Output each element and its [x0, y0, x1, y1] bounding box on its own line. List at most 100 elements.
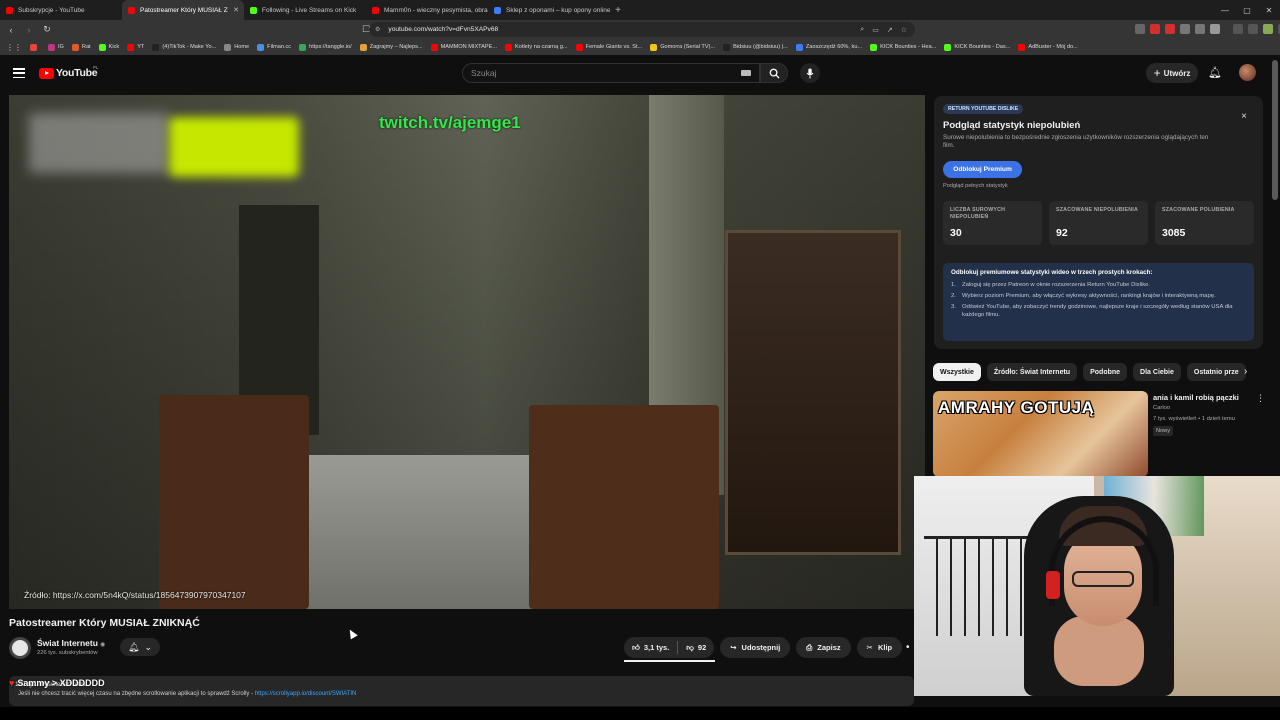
description-line: Jeśli nie chcesz tracić więcej czasu na …	[18, 691, 254, 697]
bookmark-item[interactable]: Bidsiuu (@bidsiuu) |...	[723, 43, 788, 51]
extension-icon[interactable]	[1195, 24, 1205, 34]
bookmark-item[interactable]: Zaoszczędź 60%, ku...	[795, 43, 862, 51]
notification-bell-button[interactable]: 🔔︎ ⌄	[120, 638, 160, 656]
bookmark-favicon-icon	[152, 43, 160, 51]
forward-icon[interactable]: ›	[22, 23, 36, 37]
search-button[interactable]	[760, 63, 788, 83]
bookmark-item[interactable]: YT	[127, 43, 144, 51]
site-info-icon[interactable]: ⚙	[375, 26, 380, 33]
bookmark-item[interactable]: Gomorra (Serial TV)...	[650, 43, 715, 51]
bookmark-item[interactable]: KICK Bounties - Hea...	[870, 43, 936, 51]
thumbnail-text: AMRAHY GOTUJĄ	[938, 398, 1095, 417]
bookmark-item[interactable]: Female Giants vs. St...	[575, 43, 642, 51]
chevron-right-icon[interactable]: ›	[1244, 366, 1247, 377]
youtube-logo[interactable]: YouTube PL	[39, 65, 99, 79]
bookmark-item[interactable]: Kotlety na czarną g...	[505, 43, 568, 51]
save-button[interactable]: ⎙ Zapisz	[796, 637, 851, 658]
bookmark-label: KICK Bounties - Das...	[954, 44, 1011, 50]
minimize-icon[interactable]: —	[1214, 0, 1236, 20]
tab-title: Following - Live Streams on Kick	[262, 6, 357, 14]
window-controls: — ▢ ✕	[1214, 0, 1280, 20]
url-text: youtube.com/watch?v=dFvn5XAPv68	[388, 26, 499, 33]
bookmark-item[interactable]: https://tanggle.io/	[299, 43, 352, 51]
description-link[interactable]: https://scrollyapp.io/discount/SWIATIN	[255, 691, 357, 697]
clip-button[interactable]: ✂ Klip	[856, 637, 903, 658]
channel-avatar[interactable]	[9, 637, 31, 659]
keyboard-icon[interactable]	[741, 70, 751, 76]
close-icon[interactable]: ×	[1241, 111, 1247, 122]
filter-chip[interactable]: Źródło: Świat Internetu	[986, 363, 1078, 381]
bookmark-favicon-icon	[505, 43, 513, 51]
download-icon[interactable]	[1233, 24, 1243, 34]
more-actions-icon[interactable]: •	[906, 642, 910, 653]
browser-tab[interactable]: Following - Live Streams on Kick	[244, 0, 366, 20]
tab-title: Subskrypcje - YouTube	[18, 6, 85, 14]
page-scrollbar[interactable]	[1272, 60, 1278, 200]
create-button[interactable]: + Utwórz	[1146, 63, 1198, 83]
video-player[interactable]: twitch.tv/ajemge1 Źródło: https://x.com/…	[9, 95, 925, 609]
search-input[interactable]: Szukaj	[462, 63, 760, 83]
unlock-premium-button[interactable]: Odblokuj Premium	[943, 161, 1022, 178]
media-icon[interactable]	[1248, 24, 1258, 34]
browser-tab[interactable]: Sklep z oponami – kup opony online	[488, 0, 610, 20]
channel-name[interactable]: Świat Internetu ◉	[37, 638, 105, 648]
filter-chip[interactable]: Dla Ciebie	[1133, 363, 1181, 381]
extension-icon[interactable]	[1150, 24, 1160, 34]
profile-icon[interactable]	[1263, 24, 1273, 34]
back-icon[interactable]: ‹	[4, 23, 18, 37]
recommended-thumbnail[interactable]: AMRAHY GOTUJĄ	[933, 391, 1148, 477]
notifications-icon[interactable]: 🔔︎	[1208, 66, 1222, 79]
browser-tab[interactable]: Mamm0n - wieczny pesymista, obrażo	[366, 0, 488, 20]
bookmark-item[interactable]: Kick	[98, 43, 119, 51]
stream-overlay-text: twitch.tv/ajemge1	[379, 113, 521, 132]
bookmark-item[interactable]: Zagrajmy – Najleps...	[359, 43, 423, 51]
recommended-title[interactable]: ania i kamil robią pączki	[1153, 393, 1239, 402]
bookmark-item[interactable]: MAMMON MIXTAPE...	[430, 43, 497, 51]
star-icon[interactable]: ☆	[901, 26, 907, 34]
bookmark-item[interactable]: Home	[224, 43, 249, 51]
browser-tab[interactable]: Patostreamer Który MUSIAŁ Z ✕	[122, 0, 244, 20]
like-button[interactable]: 👍︎ 3,1 tys.	[624, 641, 679, 654]
close-tab-icon[interactable]: ✕	[233, 6, 239, 14]
new-tab-button[interactable]: +	[610, 0, 626, 20]
bookmark-item[interactable]: Filman.cc	[257, 43, 291, 51]
extension-icon[interactable]	[1135, 24, 1145, 34]
extension-icon[interactable]	[1180, 24, 1190, 34]
url-bar[interactable]: ⚙ youtube.com/watch?v=dFvn5XAPv68 ⌕ ▭ ↗ …	[369, 22, 915, 37]
filter-chips: Wszystkie Źródło: Świat Internetu Podobne D…	[933, 363, 1246, 381]
recommended-channel[interactable]: Carloo	[1153, 405, 1170, 411]
share-button[interactable]: ↪ Udostępnij	[720, 637, 791, 658]
filter-chip[interactable]: Ostatnio prze	[1186, 363, 1246, 381]
bookmark-item[interactable]	[30, 43, 40, 51]
voice-search-button[interactable]	[800, 63, 820, 83]
tab-list: Subskrypcje - YouTube Patostreamer Który …	[0, 0, 610, 20]
extension-icon[interactable]	[1210, 24, 1220, 34]
bookmark-item[interactable]: AdBuster - Mój do...	[1018, 43, 1078, 51]
description-box[interactable]: 157 tys. wyświetleń temu Jeśli nie chces…	[9, 676, 914, 706]
thumbs-up-icon: 👍︎	[632, 642, 640, 652]
reload-icon[interactable]: ↻	[40, 23, 54, 37]
bookmark-item[interactable]: KICK Bounties - Das...	[944, 43, 1011, 51]
browser-tab[interactable]: Subskrypcje - YouTube	[0, 0, 122, 20]
share-icon[interactable]: ↗	[887, 26, 893, 34]
filter-chip[interactable]: Podobne	[1083, 363, 1128, 381]
dislike-button[interactable]: 👎︎ 92	[678, 643, 714, 653]
apps-icon[interactable]: ⋮⋮	[6, 43, 22, 52]
bookmark-label: Zagrajmy – Najleps...	[369, 44, 423, 50]
more-options-icon[interactable]: ⋮	[1256, 393, 1265, 404]
bookmark-item[interactable]: Rat	[71, 43, 91, 51]
extension-icon[interactable]	[1165, 24, 1175, 34]
cast-icon[interactable]: ▭	[872, 26, 879, 34]
tab-title: Mamm0n - wieczny pesymista, obrażo	[384, 6, 488, 14]
create-label: Utwórz	[1163, 68, 1191, 78]
maximize-icon[interactable]: ▢	[1236, 0, 1258, 20]
bookmark-item[interactable]: IG	[48, 43, 64, 51]
menu-icon[interactable]	[13, 68, 25, 78]
close-window-icon[interactable]: ✕	[1258, 0, 1280, 20]
account-avatar[interactable]	[1239, 64, 1256, 81]
bookmark-item[interactable]: (4)TikTok - Make Yo...	[152, 43, 216, 51]
stat-estimated-dislikes: SZACOWANE NIEPOLUBIENIA 92	[1049, 201, 1148, 245]
dislike-count: 92	[697, 643, 707, 652]
zoom-icon[interactable]: ⌕	[860, 26, 864, 34]
filter-chip[interactable]: Wszystkie	[933, 363, 981, 381]
